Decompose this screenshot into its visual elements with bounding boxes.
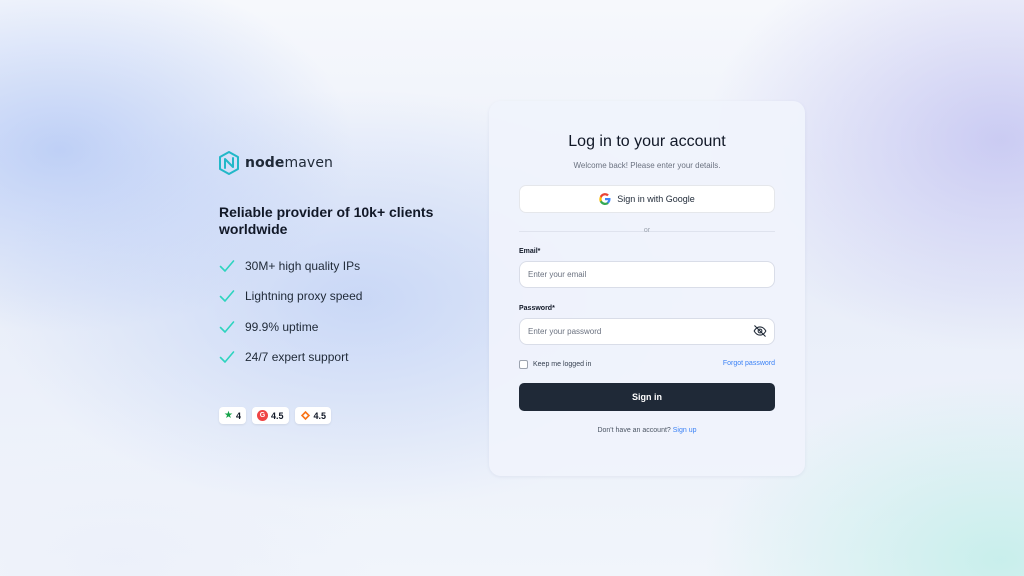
rating-value: 4.5	[270, 410, 284, 421]
brand-logo[interactable]: nodemaven	[219, 150, 459, 176]
feature-item: 99.9% uptime	[219, 317, 459, 337]
rating-value: 4	[235, 410, 241, 421]
capterra-icon	[300, 410, 310, 421]
signup-prompt: Don't have an account?	[597, 427, 671, 434]
email-input[interactable]	[519, 261, 775, 288]
password-input[interactable]	[519, 318, 775, 345]
signin-button[interactable]: Sign in	[519, 383, 775, 411]
feature-label: Lightning proxy speed	[245, 289, 363, 304]
eye-off-icon[interactable]	[753, 324, 767, 338]
login-subtitle: Welcome back! Please enter your details.	[573, 161, 721, 170]
email-label: Email*	[519, 248, 541, 255]
password-label: Password*	[519, 305, 555, 312]
signup-link[interactable]: Sign up	[673, 427, 697, 434]
trustpilot-star-icon: ★	[224, 410, 233, 421]
nodemaven-logo-icon	[219, 151, 239, 175]
login-card: Log in to your account Welcome back! Ple…	[489, 101, 805, 476]
g2-icon: G	[256, 410, 268, 421]
remember-label: Keep me logged in	[533, 361, 592, 368]
brand-name: nodemaven	[245, 155, 334, 171]
forgot-password-link[interactable]: Forgot password	[723, 360, 775, 367]
google-signin-button[interactable]: Sign in with Google	[519, 185, 775, 213]
remember-checkbox[interactable]	[519, 360, 528, 369]
feature-item: 24/7 expert support	[219, 347, 459, 367]
or-divider: or	[519, 225, 775, 237]
feature-label: 99.9% uptime	[245, 319, 319, 334]
rating-value: 4.5	[313, 410, 327, 421]
divider-text: or	[643, 227, 651, 234]
remember-me[interactable]: Keep me logged in	[519, 360, 591, 369]
promo-panel: nodemaven Reliable provider of 10k+ clie…	[219, 150, 459, 378]
trustpilot-rating-badge[interactable]: ★ 4	[219, 407, 246, 424]
capterra-rating-badge[interactable]: 4.5	[294, 407, 332, 424]
feature-item: Lightning proxy speed	[219, 286, 459, 306]
check-icon	[219, 260, 235, 272]
feature-item: 30M+ high quality IPs	[219, 256, 459, 276]
check-icon	[219, 351, 235, 363]
feature-label: 30M+ high quality IPs	[245, 259, 361, 273]
g2-rating-badge[interactable]: G 4.5	[251, 407, 289, 424]
google-icon	[599, 193, 611, 205]
check-icon	[219, 290, 235, 303]
hero-tagline: Reliable provider of 10k+ clients worldw…	[219, 204, 434, 237]
signup-row: Don't have an account? Sign up	[489, 427, 805, 434]
feature-label: 24/7 expert support	[245, 350, 349, 365]
feature-list: 30M+ high quality IPs Lightning proxy sp…	[219, 256, 459, 367]
google-button-label: Sign in with Google	[617, 194, 695, 204]
login-title: Log in to your account	[568, 133, 726, 150]
rating-badges: ★ 4 G 4.5 4.5	[219, 407, 332, 424]
check-icon	[219, 320, 235, 333]
